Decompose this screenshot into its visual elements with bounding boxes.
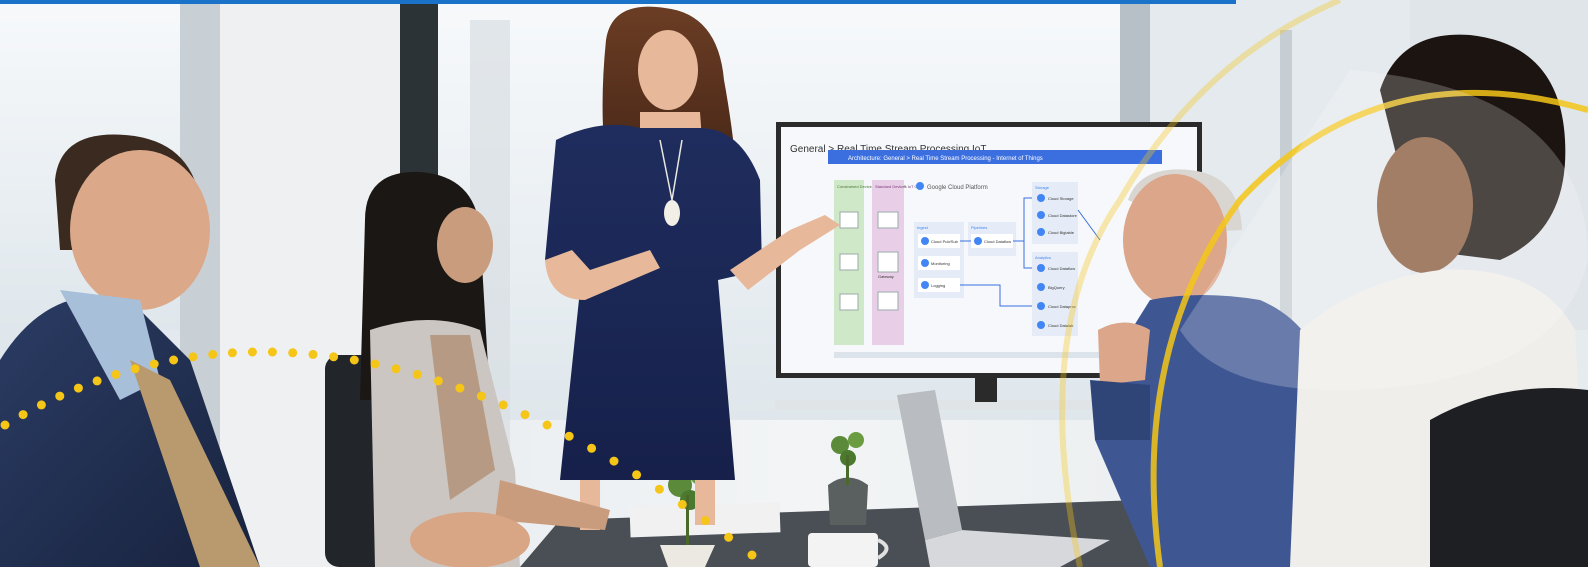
storage-item-label: Cloud Bigtable — [1048, 230, 1075, 235]
pipelines-item-label: Cloud Dataflow — [984, 239, 1011, 244]
ingest-title: Ingest — [917, 225, 929, 230]
arc-dot — [18, 410, 28, 420]
arc-dot — [433, 376, 443, 386]
arc-dot — [55, 391, 65, 401]
meeting-photo: General > Real Time Stream Processing Io… — [0, 0, 1588, 567]
gateway-label: Gateway — [878, 274, 894, 279]
arc-dot — [288, 348, 298, 358]
arc-dot — [587, 443, 597, 453]
arc-dot — [308, 349, 318, 359]
gcp-logo-text: Google Cloud Platform — [927, 185, 988, 191]
screen-banner-text: Architecture: General > Real Time Stream… — [848, 156, 1043, 162]
arc-dot — [0, 420, 10, 430]
arc-dot — [130, 364, 140, 374]
ingest-item-label: Cloud Pub/Sub — [931, 239, 959, 244]
storage-item-label: Cloud Storage — [1048, 196, 1074, 201]
analytics-item-label: BigQuery — [1048, 285, 1065, 290]
ingest-item-label: Monitoring — [931, 261, 950, 266]
arc-dot — [329, 352, 339, 362]
arc-dot — [188, 352, 198, 362]
arc-dot — [700, 516, 710, 525]
analytics-item-label: Cloud Dataflow — [1048, 266, 1075, 271]
arc-dot — [92, 376, 102, 386]
ingest-item-label: Logging — [931, 283, 945, 288]
arc-dot — [654, 484, 664, 494]
arc-dot — [520, 410, 530, 420]
tv-mount — [975, 378, 997, 402]
arc-dot — [632, 470, 642, 480]
arc-dot — [498, 400, 508, 410]
arc-dot — [227, 348, 237, 358]
photo-scene: General > Real Time Stream Processing Io… — [0, 0, 1588, 567]
arc-dot — [208, 349, 218, 359]
arc-dot — [747, 550, 757, 560]
arc-dot — [412, 369, 422, 379]
arc-dot — [169, 355, 179, 365]
storage-title: Storage — [1035, 185, 1050, 190]
arc-dot — [391, 364, 401, 374]
arc-dot — [542, 420, 552, 430]
arc-dot — [111, 369, 121, 379]
arc-dot — [247, 347, 257, 357]
tv-stand-shelf — [775, 400, 1125, 410]
arc-dot — [267, 347, 277, 357]
analytics-title: Analytics — [1035, 255, 1051, 260]
storage-item-label: Cloud Datastore — [1048, 213, 1078, 218]
arc-dot — [609, 456, 619, 466]
arc-dot — [73, 383, 83, 393]
arc-dot — [149, 359, 159, 369]
gcp-logo-icon — [916, 182, 924, 190]
mug — [808, 533, 889, 567]
arc-dot — [349, 355, 359, 365]
arc-dot — [677, 499, 687, 509]
arc-dot — [724, 532, 734, 542]
arc-dot — [476, 391, 486, 401]
arc-dot — [455, 383, 465, 393]
arc-dot — [564, 431, 574, 441]
top-accent-bar — [0, 0, 1236, 4]
arc-dot — [370, 359, 380, 369]
arc-dot — [36, 400, 46, 410]
pipelines-title: Pipelines — [971, 225, 987, 230]
